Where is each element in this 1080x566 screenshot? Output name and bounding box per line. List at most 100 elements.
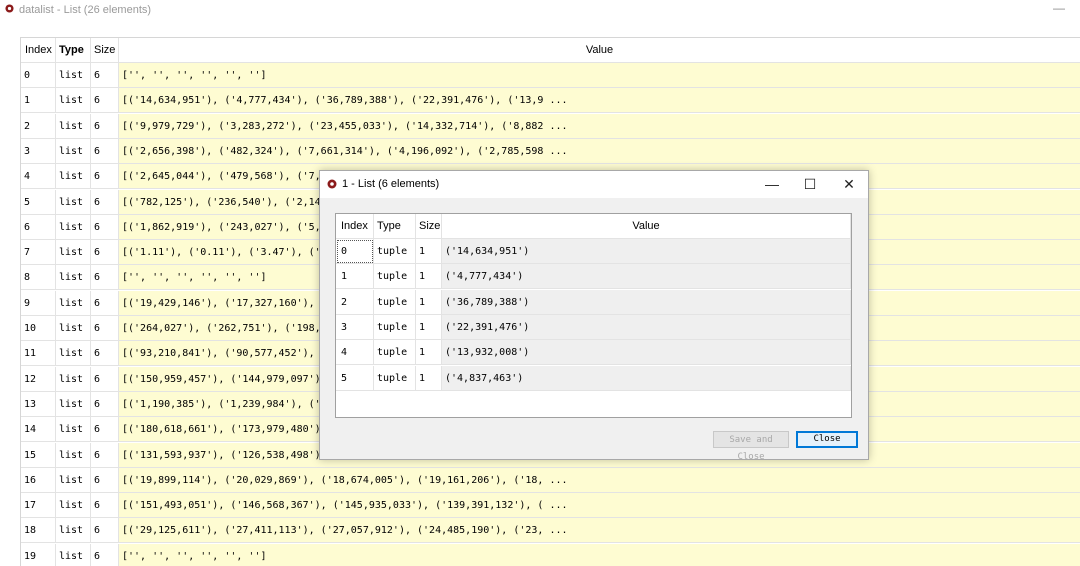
row-size: 6: [91, 240, 119, 266]
dialog-row-index: 4: [336, 340, 374, 366]
row-type: list: [56, 493, 91, 519]
main-window-titlebar: datalist - List (26 elements) —: [0, 0, 1080, 20]
dialog-row-index: 3: [336, 314, 374, 340]
close-button[interactable]: Close: [796, 431, 858, 448]
row-type: list: [56, 240, 91, 266]
row-index: 2: [21, 113, 56, 139]
dialog-header-index-label: Index: [341, 220, 368, 232]
row-value[interactable]: [('2,656,398'), ('482,324'), ('7,661,314…: [119, 138, 1080, 164]
dialog-row-value[interactable]: ('4,777,434'): [442, 264, 851, 290]
row-value[interactable]: [('151,493,051'), ('146,568,367'), ('145…: [119, 493, 1080, 519]
table-row[interactable]: 3 list 6 [('2,656,398'), ('482,324'), ('7,6…: [21, 138, 1080, 164]
header-type[interactable]: Type: [56, 38, 91, 63]
dialog-header-value[interactable]: Value: [442, 214, 851, 239]
dialog-minimize-button[interactable]: —: [753, 171, 791, 197]
spyder-app-icon: [5, 4, 14, 13]
dialog-row-value[interactable]: ('4,837,463'): [442, 365, 851, 391]
row-size: 6: [91, 138, 119, 164]
table-row[interactable]: 1 list 6 [('14,634,951'), ('4,777,434'), ('…: [21, 88, 1080, 114]
row-value[interactable]: ['', '', '', '', '', '']: [119, 63, 1080, 88]
row-size: 6: [91, 316, 119, 341]
row-index: 3: [21, 138, 56, 164]
dialog-table-row[interactable]: 3 tuple 1 ('22,391,476'): [336, 314, 851, 340]
row-value[interactable]: ['', '', '', '', '', '']: [119, 543, 1080, 566]
dialog-header-type[interactable]: Type: [374, 214, 416, 239]
dialog-table-row[interactable]: 2 tuple 1 ('36,789,388'): [336, 289, 851, 315]
dialog-row-size: 1: [416, 314, 442, 340]
row-index: 13: [21, 391, 56, 417]
dialog-row-index: 1: [336, 264, 374, 290]
row-value[interactable]: [('29,125,611'), ('27,411,113'), ('27,05…: [119, 518, 1080, 544]
dialog-row-size: 1: [416, 340, 442, 366]
row-index: 14: [21, 417, 56, 443]
row-type: list: [56, 290, 91, 316]
row-size: 6: [91, 366, 119, 392]
dialog-table-row[interactable]: 1 tuple 1 ('4,777,434'): [336, 264, 851, 290]
dialog-row-type: tuple: [374, 289, 416, 315]
row-index: 15: [21, 442, 56, 468]
dialog-title: 1 - List (6 elements): [342, 178, 440, 190]
dialog-row-value[interactable]: ('13,932,008'): [442, 340, 851, 366]
row-index: 11: [21, 341, 56, 367]
table-row[interactable]: 0 list 6 ['', '', '', '', '', '']: [21, 63, 1080, 88]
row-index: 16: [21, 467, 56, 493]
row-size: 6: [91, 214, 119, 240]
row-size: 6: [91, 493, 119, 519]
row-size: 6: [91, 543, 119, 566]
row-size: 6: [91, 164, 119, 190]
header-index-label: Index: [25, 44, 52, 56]
header-size[interactable]: Size: [91, 38, 119, 63]
row-size: 6: [91, 88, 119, 114]
dialog-row-size: 1: [416, 365, 442, 391]
dialog-close-x-button[interactable]: ✕: [830, 171, 868, 197]
dialog-table-header-row: ^ Index Type Size Value: [336, 214, 851, 239]
row-index: 10: [21, 316, 56, 341]
row-size: 6: [91, 290, 119, 316]
dialog-row-type: tuple: [374, 314, 416, 340]
dialog-header-index[interactable]: ^ Index: [336, 214, 374, 239]
table-row[interactable]: 2 list 6 [('9,979,729'), ('3,283,272'), ('2…: [21, 113, 1080, 139]
dialog-table-row[interactable]: 4 tuple 1 ('13,932,008'): [336, 340, 851, 366]
table-row[interactable]: 19 list 6 ['', '', '', '', '', '']: [21, 543, 1080, 566]
dialog-header-size[interactable]: Size: [416, 214, 442, 239]
save-and-close-button[interactable]: Save and Close: [713, 431, 789, 462]
dialog-row-type: tuple: [374, 340, 416, 366]
dialog-row-value[interactable]: ('14,634,951'): [442, 239, 851, 264]
dialog-table-row[interactable]: 5 tuple 1 ('4,837,463'): [336, 365, 851, 391]
row-index: 7: [21, 240, 56, 266]
row-type: list: [56, 164, 91, 190]
dialog-row-value[interactable]: ('22,391,476'): [442, 314, 851, 340]
header-value[interactable]: Value: [119, 38, 1080, 63]
main-window-title: datalist - List (26 elements): [19, 4, 152, 16]
dialog-table-row[interactable]: 0 tuple 1 ('14,634,951'): [336, 239, 851, 264]
row-type: list: [56, 113, 91, 139]
row-size: 6: [91, 417, 119, 443]
row-value[interactable]: [('14,634,951'), ('4,777,434'), ('36,789…: [119, 88, 1080, 114]
table-row[interactable]: 17 list 6 [('151,493,051'), ('146,568,367')…: [21, 493, 1080, 519]
dialog-row-index: 0: [336, 239, 374, 264]
row-value[interactable]: [('9,979,729'), ('3,283,272'), ('23,455,…: [119, 113, 1080, 139]
row-type: list: [56, 417, 91, 443]
dialog-row-value[interactable]: ('36,789,388'): [442, 289, 851, 315]
row-type: list: [56, 63, 91, 88]
dialog-row-type: tuple: [374, 239, 416, 264]
row-value[interactable]: [('19,899,114'), ('20,029,869'), ('18,67…: [119, 467, 1080, 493]
row-type: list: [56, 543, 91, 566]
row-size: 6: [91, 391, 119, 417]
dialog-row-size: 1: [416, 239, 442, 264]
dialog-maximize-button[interactable]: ☐: [791, 171, 829, 197]
sort-caret-icon: ^: [352, 214, 356, 219]
row-type: list: [56, 214, 91, 240]
dialog-data-table[interactable]: ^ Index Type Size Value 0tuple1('14,634,…: [335, 213, 852, 418]
table-row[interactable]: 18 list 6 [('29,125,611'), ('27,411,113'), …: [21, 518, 1080, 544]
minimize-button[interactable]: —: [1053, 1, 1065, 15]
row-index: 9: [21, 290, 56, 316]
row-index: 19: [21, 543, 56, 566]
row-type: list: [56, 366, 91, 392]
dialog-row-index: 5: [336, 365, 374, 391]
row-type: list: [56, 88, 91, 114]
spyder-app-icon: [327, 179, 337, 189]
table-row[interactable]: 16 list 6 [('19,899,114'), ('20,029,869'), …: [21, 467, 1080, 493]
header-index[interactable]: ^ Index: [21, 38, 56, 63]
row-type: list: [56, 341, 91, 367]
